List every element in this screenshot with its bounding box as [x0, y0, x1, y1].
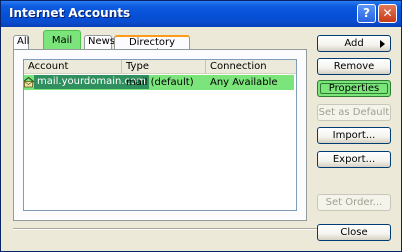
tab-mail[interactable]: Mail	[43, 30, 81, 51]
submenu-arrow-icon	[380, 40, 385, 48]
window-title: Internet Accounts	[9, 6, 131, 20]
tab-news[interactable]: News	[84, 35, 115, 49]
properties-button[interactable]: Properties	[317, 80, 391, 97]
column-header-connection[interactable]: Connection	[206, 60, 296, 74]
close-window-button[interactable]: ✕	[378, 4, 397, 23]
account-type: mail (default)	[126, 77, 194, 88]
internet-accounts-dialog: Internet Accounts ? ✕ All News Directory…	[0, 0, 402, 252]
title-bar[interactable]: Internet Accounts ? ✕	[1, 1, 401, 27]
accounts-list[interactable]: Account Type Connection mail.yourdomain.…	[23, 59, 297, 211]
tab-all[interactable]: All	[13, 35, 29, 49]
add-button[interactable]: Add	[317, 35, 391, 52]
export-button[interactable]: Export...	[317, 151, 391, 168]
set-as-default-button[interactable]: Set as Default	[317, 104, 391, 121]
properties-button-label: Properties	[320, 83, 388, 94]
list-item[interactable]: mail.yourdomain.com mail (default) Any A…	[24, 75, 294, 90]
remove-button[interactable]: Remove	[317, 58, 391, 75]
set-order-button[interactable]: Set Order...	[317, 194, 391, 211]
close-button[interactable]: Close	[317, 224, 391, 241]
tab-directory-service[interactable]: Directory Service	[114, 35, 190, 59]
tab-panel: Account Type Connection mail.yourdomain.…	[13, 49, 307, 221]
account-connection: Any Available	[210, 77, 278, 88]
column-header-account[interactable]: Account	[24, 60, 122, 74]
column-header-type[interactable]: Type	[122, 60, 206, 74]
import-button[interactable]: Import...	[317, 127, 391, 144]
help-button[interactable]: ?	[357, 4, 376, 23]
add-button-label: Add	[344, 38, 364, 49]
